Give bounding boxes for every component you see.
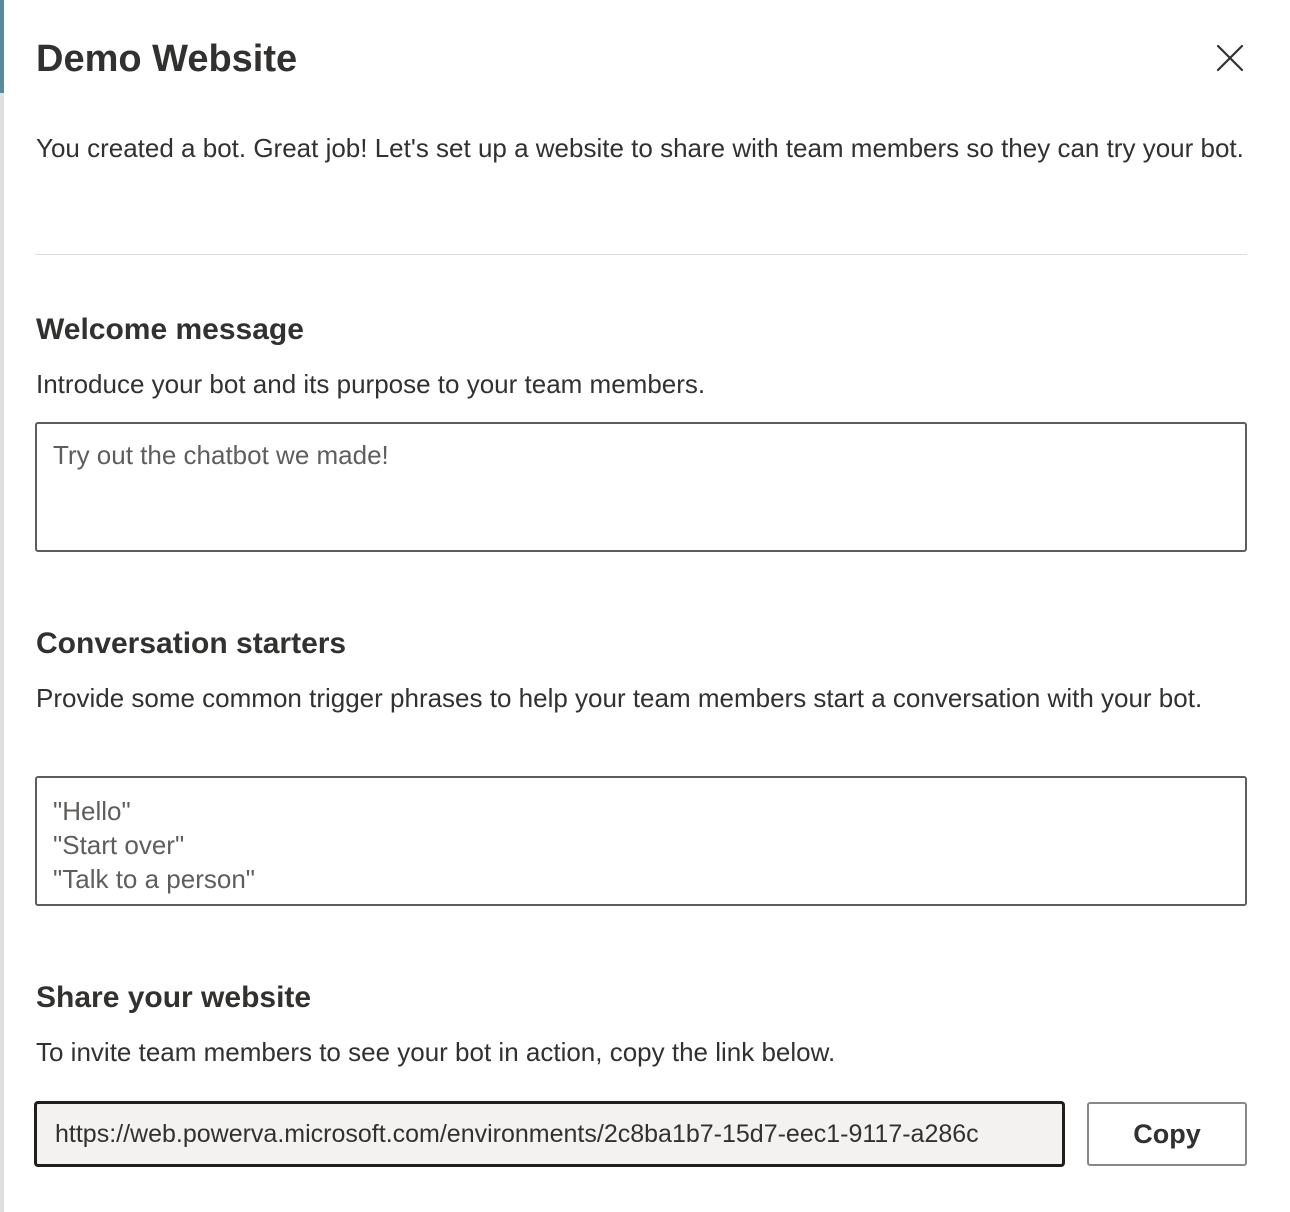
conversation-starters-description: Provide some common trigger phrases to h… — [36, 683, 1203, 713]
conversation-starters-input[interactable] — [35, 776, 1247, 906]
conversation-starters-heading: Conversation starters — [36, 627, 347, 660]
panel-title: Demo Website — [36, 38, 298, 80]
welcome-message-description: Introduce your bot and its purpose to yo… — [36, 369, 706, 399]
website-url-field[interactable] — [34, 1101, 1065, 1167]
welcome-message-input[interactable] — [35, 422, 1247, 552]
section-divider — [35, 254, 1247, 255]
intro-text: You created a bot. Great job! Let's set … — [36, 133, 1244, 163]
share-website-description: To invite team members to see your bot i… — [36, 1037, 836, 1067]
demo-website-panel: Demo Website You created a bot. Great jo… — [4, 0, 1290, 1212]
copy-button[interactable]: Copy — [1087, 1102, 1247, 1166]
share-website-heading: Share your website — [36, 981, 312, 1014]
close-button[interactable] — [1208, 36, 1252, 80]
close-icon — [1216, 44, 1244, 72]
welcome-message-heading: Welcome message — [36, 313, 304, 346]
